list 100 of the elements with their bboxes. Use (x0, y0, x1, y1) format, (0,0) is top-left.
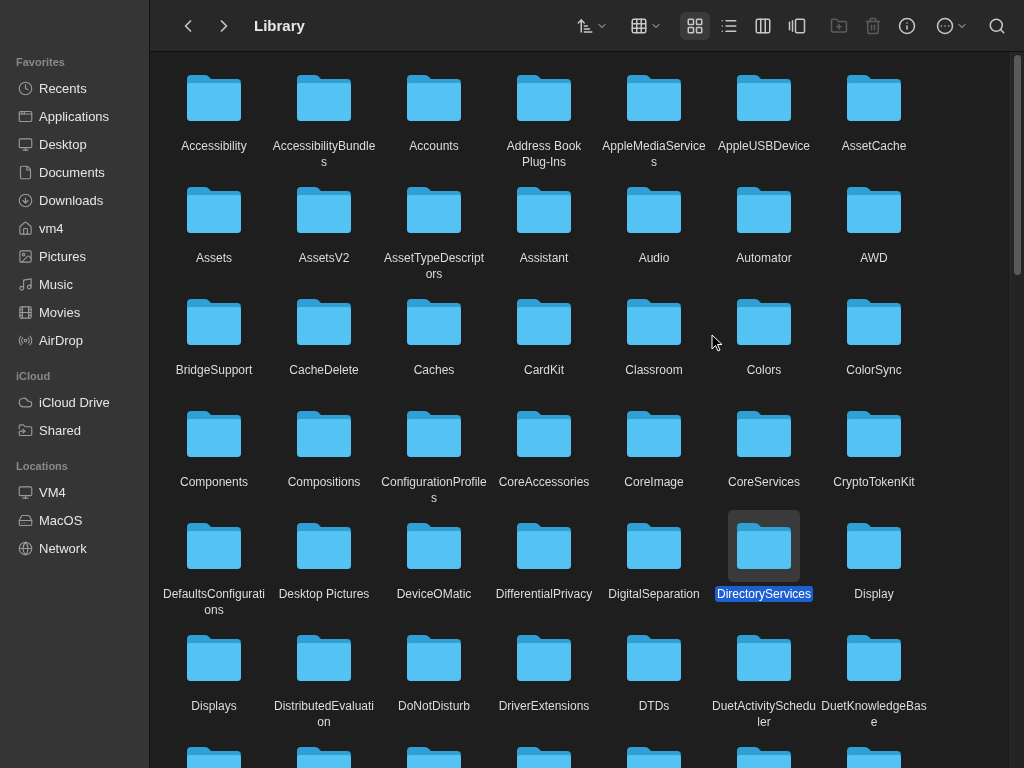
folder-icon (295, 73, 353, 123)
folder-icon (515, 185, 573, 235)
sidebar-heading: Locations (15, 459, 69, 474)
picture-icon (18, 248, 33, 264)
folder-name: DoNotDisturb (397, 698, 471, 714)
folder-icon (515, 297, 573, 347)
house-icon (18, 220, 33, 236)
folder-icon (845, 521, 903, 571)
folder-icon (625, 521, 683, 571)
scrollbar[interactable] (1010, 52, 1024, 768)
sidebar-item[interactable]: Applications (0, 102, 149, 130)
sidebar-item[interactable]: Shared (0, 416, 149, 444)
folder-name: AssetCache (840, 138, 908, 154)
folder-icon (405, 409, 463, 459)
app-icon (18, 108, 33, 124)
sort-icon (576, 16, 594, 35)
folder-name: DuetKnowledgeBase (820, 698, 928, 730)
sidebar-item[interactable]: Downloads (0, 186, 149, 214)
drive-icon (18, 512, 33, 528)
folder-icon (295, 409, 353, 459)
folder-name: Assets (195, 250, 233, 266)
folder-icon (735, 297, 793, 347)
folder-name: Assistant (518, 250, 570, 266)
folder-name: AppleUSBDevice (716, 138, 811, 154)
sidebar-item[interactable]: AirDrop (0, 326, 149, 354)
folder-icon (185, 521, 243, 571)
grid-view-icon (686, 16, 704, 35)
globe-icon (18, 540, 33, 556)
window-title: Library (254, 17, 305, 34)
folder-icon (295, 521, 353, 571)
sidebar-item[interactable]: MacOS (0, 506, 149, 534)
folder-name: CoreImage (623, 474, 685, 490)
sidebar-item[interactable]: Recents (0, 74, 149, 102)
info-icon (898, 16, 916, 35)
folder-icon (735, 409, 793, 459)
folder-name: AppleMediaServices (601, 138, 707, 170)
sidebar-heading: iCloud (15, 369, 52, 384)
sidebar-item[interactable]: vm4 (0, 214, 149, 242)
folder-icon (845, 297, 903, 347)
folder-name: BridgeSupport (174, 362, 254, 378)
film-icon (18, 304, 33, 320)
folder-name: CardKit (523, 362, 565, 378)
sidebar-item[interactable]: Network (0, 534, 149, 562)
view-button[interactable] (680, 11, 710, 40)
scroll-thumb[interactable] (1014, 55, 1021, 275)
folder-icon (625, 409, 683, 459)
folder-icon (405, 521, 463, 571)
folder-icon (515, 73, 573, 123)
folder-name: DigitalSeparation (607, 586, 701, 602)
folder-name: AWD (859, 250, 889, 266)
folder-name: CoreAccessories (497, 474, 591, 490)
trash-icon (864, 16, 882, 35)
folder-name: DeviceOMatic (395, 586, 473, 602)
folder-icon (515, 521, 573, 571)
sidebar-item[interactable]: VM4 (0, 478, 149, 506)
folder-name: Audio (637, 250, 671, 266)
folder-name: Automator (735, 250, 793, 266)
folder-icon (845, 185, 903, 235)
folder-icon (185, 73, 243, 123)
sidebar-item[interactable]: Music (0, 270, 149, 298)
document-icon (18, 164, 33, 180)
folder-icon (735, 73, 793, 123)
folder-name: DefaultsConfigurations (161, 586, 267, 618)
sidebar-item[interactable]: Desktop (0, 130, 149, 158)
folder-name: AssetsV2 (297, 250, 351, 266)
folder-icon (185, 633, 243, 683)
folder-item[interactable] (728, 510, 800, 582)
monitor-icon (18, 136, 33, 152)
folder-icon (515, 409, 573, 459)
folder-name: CoreServices (727, 474, 801, 490)
sidebar-item[interactable]: Documents (0, 158, 149, 186)
folder-name: CryptoTokenKit (832, 474, 916, 490)
folder-name: AssetTypeDescriptors (382, 250, 485, 282)
folder-icon (405, 185, 463, 235)
folder-icon (185, 185, 243, 235)
folder-name: DirectoryServices (715, 586, 813, 602)
folder-name: Classroom (624, 362, 684, 378)
folder-icon (185, 297, 243, 347)
folder-icon (625, 633, 683, 683)
folder-name: DuetActivityScheduler (710, 698, 818, 730)
download-icon (18, 192, 33, 208)
folder-name: ColorSync (845, 362, 903, 378)
music-icon (18, 276, 33, 292)
more-icon (936, 16, 954, 35)
folder-name: Caches (412, 362, 456, 378)
folder-name: DifferentialPrivacy (494, 586, 594, 602)
sidebar-item[interactable]: iCloud Drive (0, 388, 149, 416)
folder-name: DistributedEvaluation (272, 698, 376, 730)
folder-icon (625, 185, 683, 235)
folder-icon (295, 185, 353, 235)
clock-icon (18, 80, 33, 96)
folder-icon (625, 73, 683, 123)
folder-icon (735, 521, 793, 571)
sidebar-item[interactable]: Pictures (0, 242, 149, 270)
folder-icon (845, 409, 903, 459)
sidebar-item[interactable]: Movies (0, 298, 149, 326)
cloud-icon (18, 394, 33, 410)
monitor-icon (18, 484, 33, 500)
gallery-view-icon (788, 16, 806, 35)
folder-name: DriverExtensions (497, 698, 591, 714)
